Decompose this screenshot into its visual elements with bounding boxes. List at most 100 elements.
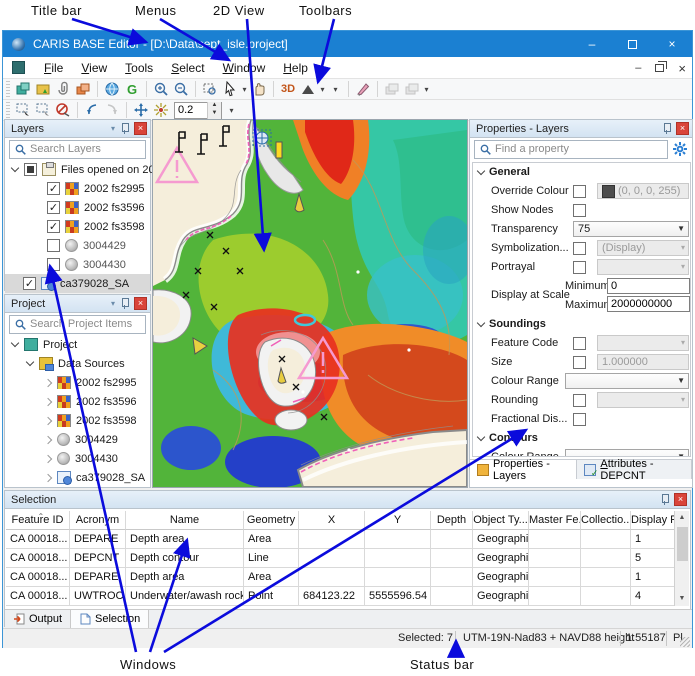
layer-item[interactable]: ✓ 2002 fs2995 (5, 179, 150, 198)
project-close-button[interactable]: × (134, 297, 147, 310)
edit-geometry-button[interactable] (353, 80, 373, 98)
contour-colour-range-dropdown[interactable]: ▼ (565, 449, 689, 457)
maximize-button[interactable] (612, 31, 652, 57)
web-map-button[interactable] (102, 80, 122, 98)
checkbox-checked[interactable]: ✓ (47, 201, 60, 214)
new-project-button[interactable] (13, 80, 33, 98)
tolerance-spin-buttons[interactable]: ▲▼ (207, 102, 221, 119)
col-acronym[interactable]: Acronym (70, 511, 126, 530)
profile-view-button[interactable] (298, 80, 318, 98)
selection-panel-header[interactable]: Selection × (5, 491, 690, 509)
portrayal-checkbox[interactable] (573, 261, 586, 274)
scroll-down-icon[interactable]: ▼ (675, 592, 689, 606)
status-crs[interactable]: UTM-19N-Nad83 + NAVD88 height (463, 632, 634, 644)
minimize-button[interactable]: – (572, 31, 612, 57)
snap-radius-button[interactable] (151, 101, 171, 119)
project-item[interactable]: 2002 fs3596 (5, 392, 150, 411)
chevron-right-icon[interactable] (44, 473, 52, 481)
select-by-area-button[interactable] (102, 101, 122, 119)
layer-item[interactable]: 3004430 (5, 255, 150, 274)
mdi-restore-button[interactable] (655, 64, 664, 72)
project-root[interactable]: Project (5, 335, 150, 354)
properties-panel-header[interactable]: Properties - Layers × (470, 120, 692, 138)
status-scale[interactable]: 1:55187 (626, 632, 666, 644)
tab-properties-layers[interactable]: Properties - Layers (470, 460, 577, 479)
pin-icon[interactable] (119, 122, 130, 135)
zoom-window-button[interactable] (200, 80, 220, 98)
zoom-in-button[interactable] (151, 80, 171, 98)
override-colour-checkbox[interactable] (573, 185, 586, 198)
menu-tools[interactable]: Tools (116, 59, 162, 77)
selection-close-button[interactable]: × (674, 493, 687, 506)
project-item[interactable]: 3004429 (5, 430, 150, 449)
zoom-out-button[interactable] (171, 80, 191, 98)
project-item[interactable]: 3004430 (5, 449, 150, 468)
toolbar-grip[interactable] (6, 81, 10, 97)
resize-grip-icon[interactable] (680, 637, 690, 647)
portrayal-dropdown[interactable]: ▾ (597, 259, 689, 275)
chevron-down-icon[interactable] (26, 358, 34, 366)
pin-icon[interactable] (661, 122, 672, 135)
table-row[interactable]: CA 00018...DEPCNTDepth contourLineGeogra… (6, 549, 679, 568)
layer-item-selected[interactable]: ✓ ca379028_SA (5, 274, 150, 293)
rounding-checkbox[interactable] (573, 394, 586, 407)
layer-item[interactable]: 3004429 (5, 236, 150, 255)
spin-down-icon[interactable]: ▼ (208, 110, 221, 119)
section-general[interactable]: General (473, 163, 690, 182)
layers-search-input[interactable] (30, 143, 145, 155)
transparency-dropdown[interactable]: 75▼ (573, 221, 689, 237)
export-layers-button[interactable] (402, 80, 422, 98)
feature-code-checkbox[interactable] (573, 337, 586, 350)
mdi-minimize-button[interactable]: – (635, 62, 641, 74)
minimum-scale-input[interactable] (607, 278, 690, 294)
col-collection[interactable]: Collectio... (581, 511, 631, 530)
data-sources-node[interactable]: Data Sources (5, 354, 150, 373)
attach-file-button[interactable] (53, 80, 73, 98)
scroll-thumb[interactable] (677, 527, 688, 561)
checkbox-unchecked[interactable] (47, 258, 60, 271)
tab-attributes-depcnt[interactable]: Attributes - DEPCNT (577, 460, 692, 479)
col-object-type[interactable]: Object Ty... (473, 511, 529, 530)
col-display-priority[interactable]: Display Pr... (631, 511, 679, 530)
pin-icon[interactable] (659, 493, 670, 506)
spin-up-icon[interactable]: ▲ (208, 102, 221, 111)
chevron-right-icon[interactable] (44, 378, 52, 386)
menu-view[interactable]: View (72, 59, 116, 77)
pin-icon[interactable] (119, 297, 130, 310)
chevron-right-icon[interactable] (44, 454, 52, 462)
google-earth-button[interactable]: G (122, 80, 142, 98)
col-name[interactable]: Name (126, 511, 244, 530)
toolbar-overflow-1[interactable]: ▾ (331, 85, 340, 94)
mdi-close-button[interactable]: × (678, 61, 686, 76)
table-row[interactable]: CA 00018...DEPAREDepth areaAreaGeographi… (6, 568, 679, 587)
tolerance-input[interactable] (175, 104, 207, 116)
view-3d-button[interactable]: 3D (278, 80, 298, 98)
add-to-selection-button[interactable] (33, 101, 53, 119)
panel-menu-icon[interactable]: ▾ (111, 299, 115, 308)
close-button[interactable]: × (652, 31, 692, 57)
property-search-box[interactable] (474, 140, 668, 159)
properties-close-button[interactable]: × (676, 122, 689, 135)
checkbox-partial[interactable] (24, 163, 37, 176)
chevron-right-icon[interactable] (44, 397, 52, 405)
sounding-colour-range-dropdown[interactable]: ▼ (565, 373, 689, 389)
rounding-dropdown[interactable]: ▾ (597, 392, 689, 408)
panel-menu-icon[interactable]: ▾ (111, 124, 115, 133)
symbolization-dropdown[interactable]: (Display)▾ (597, 240, 689, 256)
title-bar[interactable]: CARIS BASE Editor - [D:\Data\sept_isle.p… (3, 31, 692, 57)
layer-item[interactable]: ✓ 2002 fs3598 (5, 217, 150, 236)
table-header-row[interactable]: ⌃Feature ID Acronym Name Geometry X Y De… (6, 511, 679, 530)
map-2d-view[interactable] (152, 119, 468, 488)
section-soundings[interactable]: Soundings (473, 315, 690, 334)
project-item[interactable]: ca379028_SA (5, 468, 150, 487)
layers-close-button[interactable]: × (134, 122, 147, 135)
project-search-input[interactable] (30, 318, 145, 330)
layers-panel-header[interactable]: Layers ▾ × (5, 120, 150, 138)
merge-layers-button[interactable] (382, 80, 402, 98)
chevron-down-icon[interactable] (11, 339, 19, 347)
menu-window[interactable]: Window (214, 59, 275, 77)
pan-hand-button[interactable] (249, 80, 269, 98)
feature-code-dropdown[interactable]: ▾ (597, 335, 689, 351)
tab-selection[interactable]: Selection (71, 610, 149, 628)
section-contours[interactable]: Contours (473, 429, 690, 448)
